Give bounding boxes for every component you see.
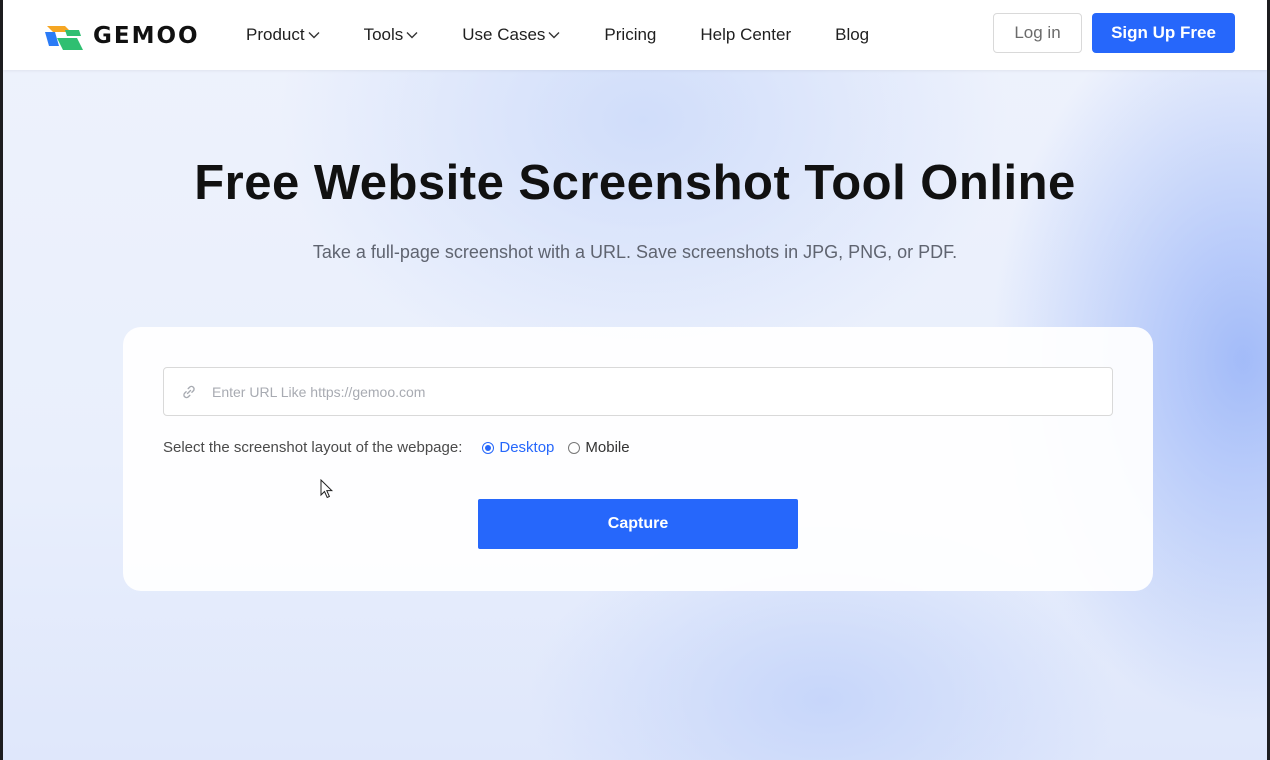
capture-button[interactable]: Capture xyxy=(478,499,798,549)
layout-selector: Select the screenshot layout of the webp… xyxy=(163,439,630,456)
chevron-down-icon xyxy=(406,32,418,39)
nav-item-tools[interactable]: Tools xyxy=(364,25,419,45)
url-input[interactable] xyxy=(210,382,1094,401)
layout-option-desktop[interactable]: Desktop xyxy=(482,439,554,456)
page-title: Free Website Screenshot Tool Online xyxy=(194,156,1076,210)
nav-item-pricing[interactable]: Pricing xyxy=(604,25,656,45)
layout-label: Select the screenshot layout of the webp… xyxy=(163,439,463,456)
nav-label: Pricing xyxy=(604,25,657,44)
mobile-label: Mobile xyxy=(585,439,630,456)
screenshot-tool-card: Select the screenshot layout of the webp… xyxy=(123,327,1153,591)
mobile-radio[interactable] xyxy=(568,441,581,454)
layout-option-mobile[interactable]: Mobile xyxy=(568,439,630,456)
gemoo-logo-icon xyxy=(45,26,83,50)
page-subtitle: Take a full-page screenshot with a URL. … xyxy=(312,242,958,262)
logo-text: GEMOO xyxy=(93,23,200,49)
signup-button[interactable]: Sign Up Free xyxy=(1092,13,1235,53)
nav-label: Help Center xyxy=(700,25,792,44)
desktop-radio[interactable] xyxy=(482,441,495,454)
nav-item-use-cases[interactable]: Use Cases xyxy=(462,25,560,45)
nav-item-help-center[interactable]: Help Center xyxy=(700,25,791,45)
nav-label: Blog xyxy=(835,25,870,44)
nav-label: Use Cases xyxy=(462,25,546,44)
nav-item-blog[interactable]: Blog xyxy=(835,25,869,45)
login-button[interactable]: Log in xyxy=(993,13,1082,53)
mouse-cursor-icon xyxy=(320,479,334,499)
nav-item-product[interactable]: Product xyxy=(246,25,320,45)
url-field[interactable] xyxy=(163,367,1113,416)
main-nav: Product Tools Use Cases Pricing Help Cen… xyxy=(246,0,913,70)
site-header: GEMOO Product Tools Use Cases Pricing He… xyxy=(3,0,1267,70)
chevron-down-icon xyxy=(308,32,320,39)
page: GEMOO Product Tools Use Cases Pricing He… xyxy=(3,0,1267,760)
nav-label: Tools xyxy=(363,25,404,44)
chevron-down-icon xyxy=(548,32,560,39)
logo[interactable]: GEMOO xyxy=(43,20,200,52)
desktop-label: Desktop xyxy=(499,439,555,456)
nav-label: Product xyxy=(246,25,305,44)
link-icon xyxy=(183,385,195,398)
